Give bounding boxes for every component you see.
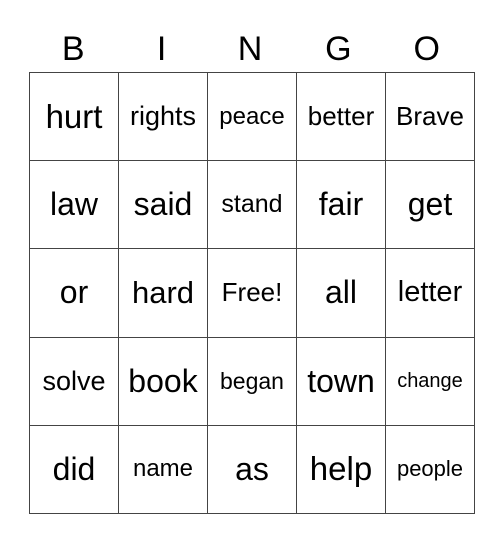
bingo-cell: town [296, 336, 386, 426]
bingo-cell: peace [207, 71, 297, 162]
bingo-cell: Brave [385, 71, 475, 162]
bingo-cell: hard [118, 248, 208, 338]
bingo-cell: name [118, 424, 208, 515]
header-letter-i: I [156, 30, 167, 68]
bingo-cell: law [29, 160, 119, 250]
header-letter-g: G [325, 30, 352, 68]
bingo-cell: help [296, 424, 386, 515]
bingo-cell: solve [29, 336, 119, 426]
header-letter-n: N [237, 30, 263, 68]
bingo-cell: or [29, 248, 119, 338]
bingo-cell: better [296, 71, 386, 162]
grid-row: did name as help people [29, 424, 475, 515]
grid-row: solve book began town change [29, 336, 475, 426]
bingo-cell: get [385, 160, 475, 250]
bingo-cell: said [118, 160, 208, 250]
bingo-cell: letter [385, 248, 475, 338]
bingo-cell: people [385, 424, 475, 515]
bingo-cell: rights [118, 71, 208, 162]
bingo-cell: as [207, 424, 297, 515]
bingo-grid: hurt rights peace better Brave law said … [29, 71, 475, 515]
grid-row: law said stand fair get [29, 160, 475, 250]
bingo-cell: Free! [207, 248, 297, 338]
bingo-cell: did [29, 424, 119, 515]
header-letter-b: B [61, 30, 85, 68]
bingo-cell: hurt [29, 71, 119, 162]
grid-row: or hard Free! all letter [29, 248, 475, 338]
bingo-cell: change [385, 336, 475, 426]
bingo-cell: began [207, 336, 297, 426]
grid-row: hurt rights peace better Brave [29, 71, 475, 162]
bingo-cell: all [296, 248, 386, 338]
bingo-cell: book [118, 336, 208, 426]
bingo-cell: stand [207, 160, 297, 250]
bingo-header: B I N G O [29, 26, 471, 72]
header-letter-o: O [413, 30, 440, 68]
bingo-cell: fair [296, 160, 386, 250]
